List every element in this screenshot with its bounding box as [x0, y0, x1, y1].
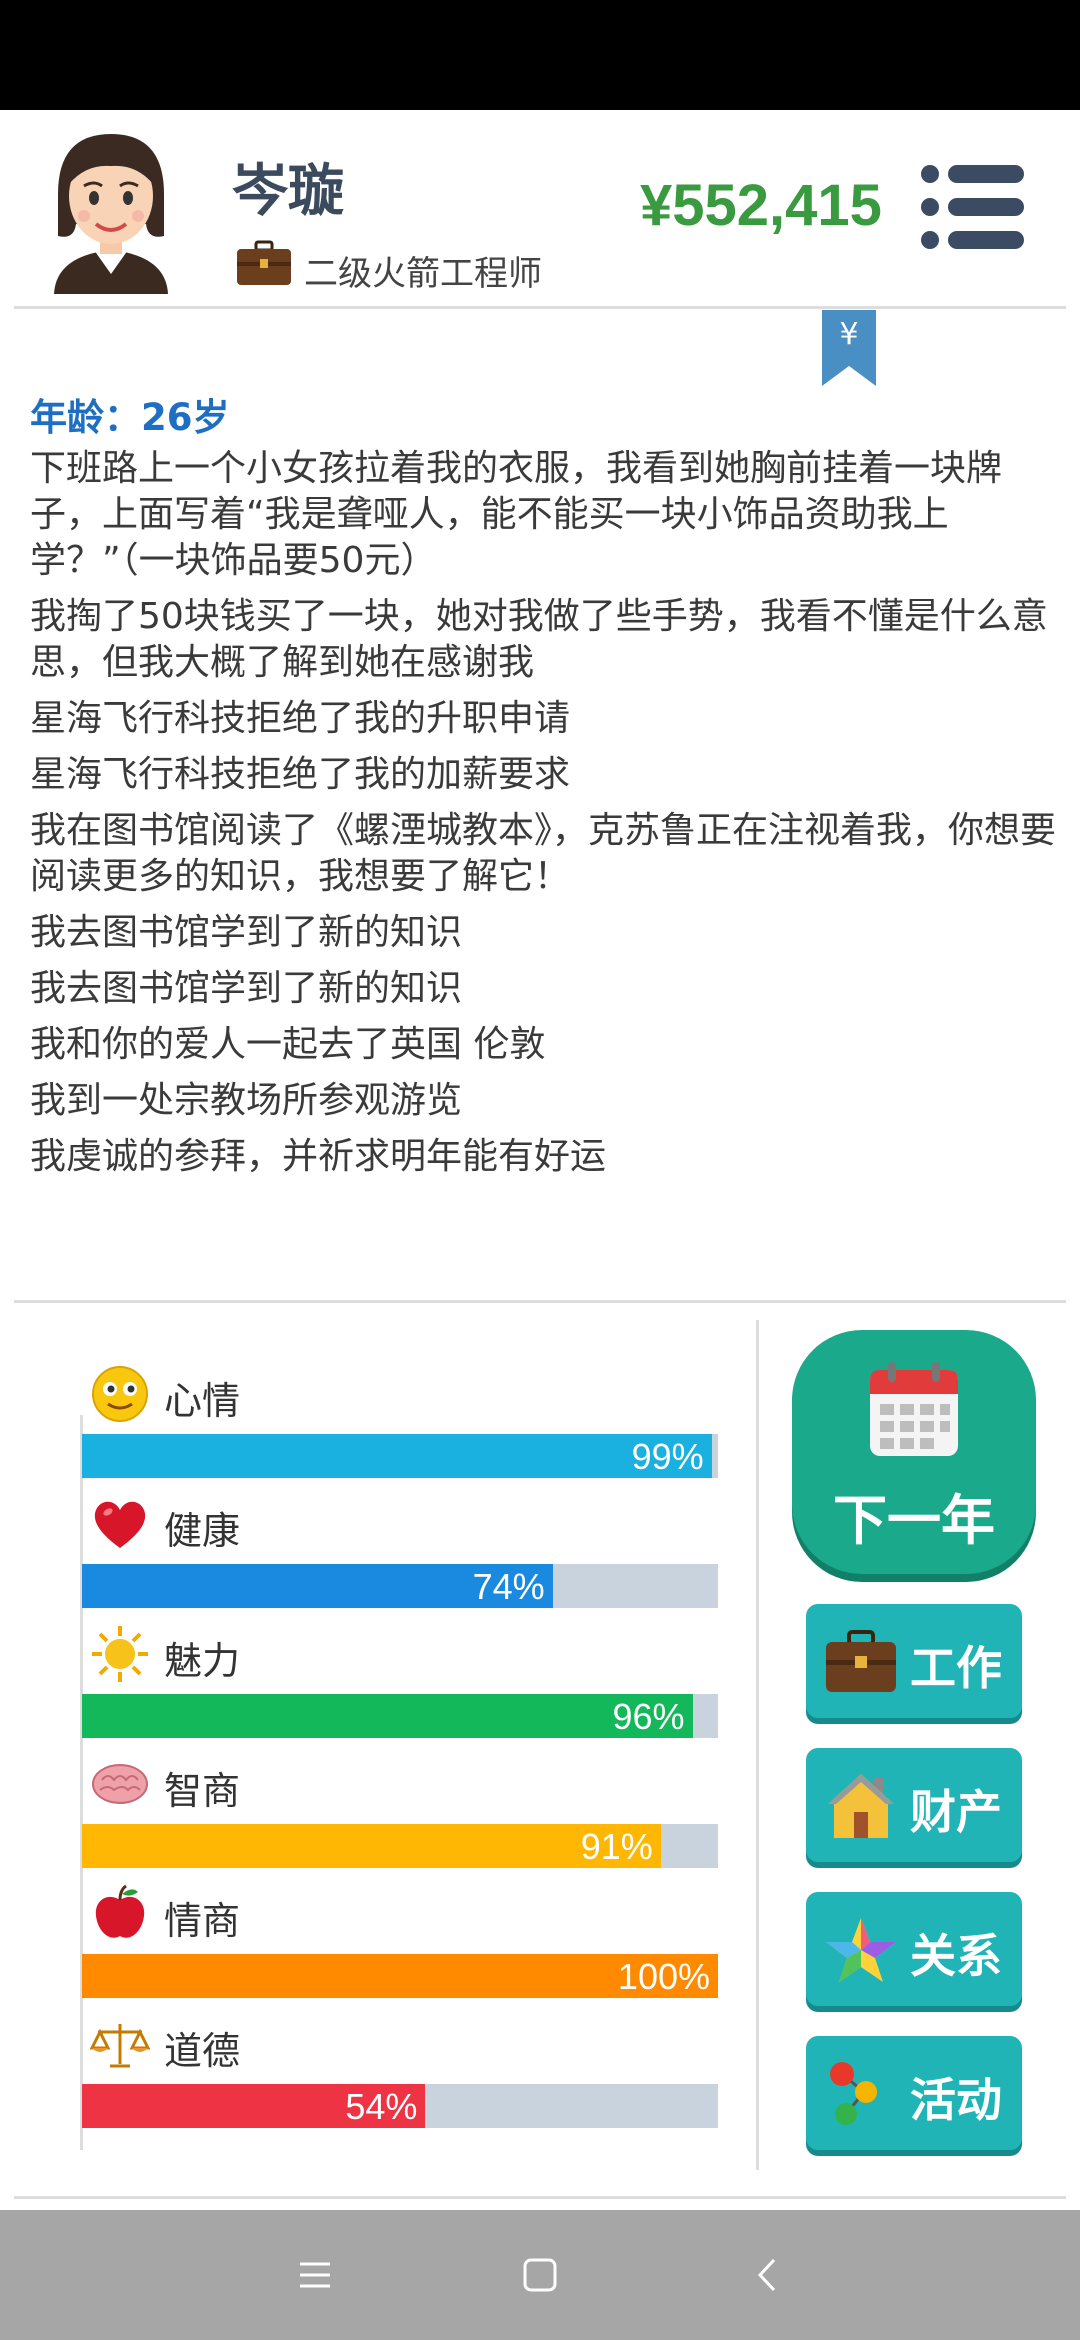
menu-button[interactable] [920, 162, 1026, 252]
next-year-label: 下一年 [833, 1489, 995, 1552]
log-entry: 我去图书馆学到了新的知识 [30, 968, 463, 1009]
stat-bar-fill: 91% [82, 1824, 661, 1868]
property-label: 财产 [910, 1785, 1002, 1839]
stat-value: 99% [631, 1436, 704, 1477]
relations-label: 关系 [910, 1929, 1002, 1983]
sun-icon [92, 1626, 148, 1682]
stat-bar-fill: 100% [82, 1954, 718, 1998]
activity-dots-icon [830, 2062, 877, 2125]
log-entry: 我在图书馆阅读了《螺湮城教本》，克苏鲁正在注视着我，你想要阅读更多的知识，我想要… [30, 810, 1057, 897]
stat-bar: 96% [82, 1694, 718, 1738]
stat-bar-fill: 74% [82, 1564, 553, 1608]
stat-charm: 魅力 96% [80, 1620, 720, 1750]
calendar-icon [870, 1362, 958, 1456]
stat-mood: 心情 99% [80, 1360, 720, 1490]
stat-label: 心情 [164, 1379, 241, 1423]
bookmark-icon: ¥ [822, 310, 876, 386]
scales-icon [90, 2024, 150, 2068]
avatar[interactable] [36, 124, 186, 294]
activities-button[interactable]: 活动 [806, 2036, 1022, 2150]
stat-eq: 情商 100% [80, 1880, 720, 2010]
property-button[interactable]: 财产 [806, 1748, 1022, 1862]
star-icon [826, 1918, 896, 1982]
status-bar [0, 0, 1080, 110]
stat-morality: 道德 54% [80, 2010, 720, 2140]
heart-icon [94, 1501, 146, 1548]
svg-text:¥: ¥ [839, 317, 858, 352]
work-label: 工作 [910, 1641, 1002, 1695]
panel-divider [14, 1300, 1066, 1303]
header-divider [14, 306, 1066, 309]
relations-button[interactable]: 关系 [806, 1892, 1022, 2006]
stat-health: 健康 74% [80, 1490, 720, 1620]
work-button[interactable]: 工作 [806, 1604, 1022, 1718]
stat-bar-fill: 96% [82, 1694, 693, 1738]
stat-label: 情商 [164, 1899, 241, 1943]
stat-bar: 100% [82, 1954, 718, 1998]
log-entry: 我虔诚的参拜，并祈求明年能有好运 [30, 1136, 607, 1177]
house-icon [828, 1774, 894, 1838]
log-entry: 星海飞行科技拒绝了我的加薪要求 [30, 754, 571, 795]
stat-value: 100% [617, 1956, 710, 1997]
back-nav-icon[interactable] [742, 2250, 792, 2300]
stat-bar: 74% [82, 1564, 718, 1608]
log-entry: 我到一处宗教场所参观游览 [30, 1080, 463, 1121]
profile-header: 岑璇 二级火箭工程师 ¥552,415 [0, 110, 1080, 308]
stat-value: 96% [612, 1696, 685, 1737]
activities-label: 活动 [910, 2073, 1002, 2127]
stat-label: 健康 [164, 1509, 241, 1553]
bottom-divider [14, 2196, 1066, 2199]
home-nav-icon[interactable] [515, 2250, 565, 2300]
stat-bar: 54% [82, 2084, 718, 2128]
bookmark-tab[interactable]: ¥ [822, 310, 876, 386]
stat-label: 智商 [164, 1769, 241, 1813]
log-entry: 我掏了50块钱买了一块，她对我做了些手势，我看不懂是什么意思，但我大概了解到她在… [30, 596, 1048, 683]
log-entry: 我和你的爱人一起去了英国 伦敦 [30, 1024, 546, 1065]
stat-label: 魅力 [164, 1639, 241, 1683]
player-name: 岑璇 [232, 159, 344, 224]
briefcase-icon [826, 1630, 896, 1692]
stat-bar: 91% [82, 1824, 718, 1868]
money-balance: ¥552,415 [640, 173, 882, 238]
stat-bar-fill: 99% [82, 1434, 712, 1478]
brain-icon [92, 1764, 148, 1804]
job-title: 二级火箭工程师 [304, 254, 542, 294]
stat-value: 54% [345, 2086, 418, 2127]
stat-label: 道德 [164, 2029, 241, 2073]
system-nav-bar [0, 2210, 1080, 2340]
log-entry: 星海飞行科技拒绝了我的升职申请 [30, 698, 571, 739]
stat-bar-fill: 54% [82, 2084, 426, 2128]
panel-separator [756, 1320, 759, 2170]
stat-bar: 99% [82, 1434, 718, 1478]
log-entry: 我去图书馆学到了新的知识 [30, 912, 463, 953]
next-year-button[interactable]: 下一年 [792, 1330, 1036, 1574]
apple-icon [95, 1884, 145, 1938]
stat-value: 91% [580, 1826, 653, 1867]
age-label: 年龄：26岁 [30, 396, 230, 439]
menu-nav-icon[interactable] [290, 2250, 340, 2300]
smiley-icon [92, 1366, 148, 1422]
briefcase-icon [237, 240, 291, 285]
stats-panel: 心情 99% 健康 74% 魅力 96% 智商 91% 情商 100% 道德 5… [80, 1360, 720, 2140]
stat-iq: 智商 91% [80, 1750, 720, 1880]
log-entry: 下班路上一个小女孩拉着我的衣服，我看到她胸前挂着一块牌子，上面写着“我是聋哑人，… [30, 448, 1003, 581]
event-log: 年龄：26岁 下班路上一个小女孩拉着我的衣服，我看到她胸前挂着一块牌子，上面写着… [30, 392, 1060, 1190]
stat-value: 74% [472, 1566, 545, 1607]
